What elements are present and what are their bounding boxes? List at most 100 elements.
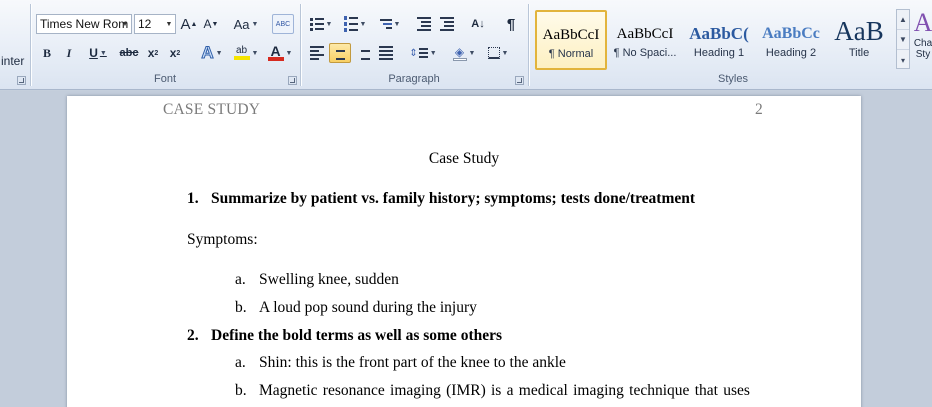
chevron-down-icon[interactable]: ▼ [897, 30, 909, 50]
font-family-select[interactable]: Times New Rom ▼ [36, 14, 132, 34]
align-left-button[interactable] [306, 43, 328, 63]
clear-formatting-button[interactable]: ABC [272, 14, 294, 34]
list-item: Magnetic resonance imaging (IMR) is a me… [259, 382, 750, 399]
shrink-font-button[interactable]: A ▼ [201, 14, 221, 34]
styles-gallery-scroll: ▲ ▼ ▾ [896, 9, 910, 69]
strikethrough-icon: abc [119, 47, 139, 59]
bold-button[interactable]: B [37, 43, 57, 63]
style-name: Heading 2 [765, 47, 817, 59]
numbering-button[interactable]: ▼ [340, 14, 370, 34]
align-center-button[interactable] [329, 43, 351, 63]
chevron-down-icon: ▼ [165, 20, 173, 28]
page-header-title: CASE STUDY [163, 101, 261, 118]
increase-indent-button[interactable] [437, 14, 457, 34]
align-center-icon [333, 46, 347, 60]
clipboard-dialog-launcher-icon[interactable] [17, 76, 26, 85]
style-name: Title [848, 47, 870, 59]
font-color-bar [267, 57, 284, 61]
style-title[interactable]: AaB Title [823, 10, 895, 70]
strikethrough-button[interactable]: abc [117, 43, 141, 63]
text-effects-button[interactable]: A ▼ [197, 43, 227, 63]
style-no-spacing[interactable]: AaBbCcI ¶ No Spaci... [609, 10, 681, 70]
bullets-button[interactable]: ▼ [306, 14, 336, 34]
borders-button[interactable]: ▼ [483, 43, 513, 63]
font-family-value: Times New Rom [40, 17, 129, 31]
paragraph-group-label: Paragraph [388, 73, 440, 85]
change-case-button[interactable]: Aa ▼ [231, 14, 261, 34]
line-spacing-button[interactable]: ⇕ ▼ [408, 43, 438, 63]
shading-button[interactable]: ◈ ▼ [449, 43, 479, 63]
style-sample: AaB [834, 16, 884, 46]
style-name: ¶ Normal [548, 48, 594, 60]
change-styles-icon: A [914, 8, 932, 37]
document-page[interactable]: CASE STUDY 2 Case Study 1. Summarize by … [67, 96, 861, 407]
format-painter-button[interactable]: inter [0, 51, 28, 71]
font-size-value: 12 [138, 17, 152, 31]
grow-font-button[interactable]: A ▲ [179, 14, 199, 34]
list-item: Shin: this is the front part of the knee… [259, 354, 566, 371]
decrease-indent-button[interactable] [414, 14, 434, 34]
font-color-label: A [270, 43, 281, 59]
question-heading: Summarize by patient vs. family history;… [211, 190, 696, 207]
style-sample: AaBbCcI [542, 27, 600, 43]
subscript-button[interactable]: x2 [143, 43, 163, 63]
list-number: 1. [187, 190, 199, 207]
align-right-button[interactable] [352, 43, 374, 63]
underline-button[interactable]: U ▼ [82, 43, 114, 63]
numbering-icon [343, 16, 358, 32]
borders-icon [487, 47, 500, 59]
change-case-icon: Aa [233, 16, 250, 32]
sort-button[interactable]: A↓ [467, 14, 489, 34]
clear-formatting-icon: ABC [275, 20, 291, 28]
change-styles-label: Sty [915, 49, 931, 60]
decrease-indent-icon [417, 17, 431, 31]
format-painter-label: inter [1, 54, 25, 68]
bullets-icon [309, 17, 324, 31]
sort-icon: A↓ [471, 18, 485, 30]
justify-icon [379, 46, 393, 60]
highlight-label: ab [235, 45, 248, 56]
grow-font-icon: A [180, 15, 191, 33]
chevron-up-icon[interactable]: ▲ [897, 10, 909, 30]
align-right-icon [356, 46, 370, 60]
justify-button[interactable] [375, 43, 397, 63]
document-title: Case Study [428, 150, 500, 167]
list-marker: a. [235, 271, 246, 288]
font-size-select[interactable]: 12 ▼ [134, 14, 176, 34]
superscript-button[interactable]: x2 [165, 43, 185, 63]
page-number: 2 [755, 101, 763, 118]
increase-indent-icon [440, 17, 454, 31]
font-color-button[interactable]: A ▼ [265, 43, 295, 63]
chevron-down-icon: ▼ [121, 20, 129, 28]
underline-icon: U [89, 46, 98, 60]
section-label: Symptoms: [187, 231, 258, 248]
paragraph-dialog-launcher-icon[interactable] [515, 76, 524, 85]
question-heading: Define the bold terms as well as some ot… [211, 327, 503, 344]
highlight-button[interactable]: ab ▼ [230, 43, 262, 63]
style-heading-1[interactable]: AaBbC( Heading 1 [683, 10, 755, 70]
italic-icon: I [66, 45, 72, 60]
font-dialog-launcher-icon[interactable] [288, 76, 297, 85]
more-styles-icon[interactable]: ▾ [897, 50, 909, 70]
italic-button[interactable]: I [59, 43, 79, 63]
style-sample: AaBbC( [689, 24, 749, 43]
list-item: Swelling knee, sudden [259, 271, 399, 288]
group-divider [528, 4, 529, 86]
multilevel-list-button[interactable]: ▼ [374, 14, 406, 34]
font-color-icon: A [267, 43, 284, 61]
list-marker: a. [235, 354, 246, 371]
highlight-color-bar [233, 56, 250, 60]
style-heading-2[interactable]: AaBbCc Heading 2 [755, 10, 827, 70]
show-formatting-marks-button[interactable]: ¶ [500, 14, 522, 34]
multilevel-list-icon [379, 19, 392, 29]
style-name: ¶ No Spaci... [613, 47, 677, 59]
list-marker: b. [235, 299, 247, 316]
superscript-icon: x [169, 46, 177, 60]
style-sample: AaBbCcI [616, 26, 674, 42]
change-styles-label: Cha [914, 38, 932, 49]
paint-bucket-icon: ◈ [452, 46, 467, 61]
font-group-label: Font [153, 73, 176, 85]
change-styles-button[interactable]: A Cha Sty [914, 8, 932, 72]
style-normal[interactable]: AaBbCcI ¶ Normal [535, 10, 607, 70]
bold-icon: B [42, 45, 51, 60]
